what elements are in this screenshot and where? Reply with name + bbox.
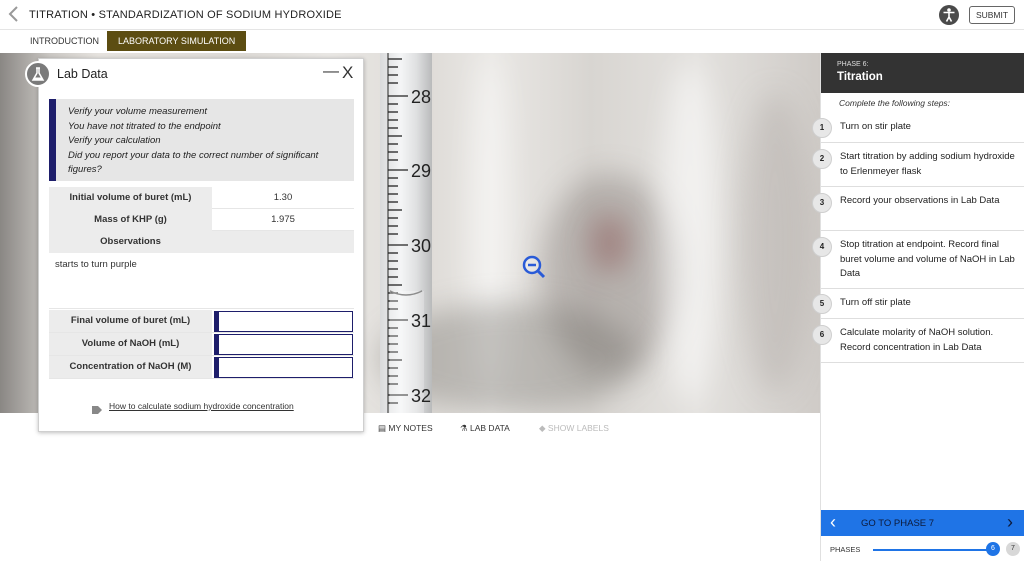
go-to-phase-label: GO TO PHASE 7: [861, 518, 935, 529]
back-chevron-icon[interactable]: [8, 6, 22, 24]
tab-laboratory-simulation[interactable]: LABORATORY SIMULATION: [107, 31, 247, 51]
row-label: Volume of NaOH (mL): [49, 333, 212, 355]
step-number: 5: [812, 294, 832, 314]
step-number: 2: [812, 149, 832, 169]
close-button[interactable]: X: [342, 63, 353, 83]
help-link[interactable]: How to calculate sodium hydroxide concen…: [109, 401, 294, 411]
step-text: Stop titration at endpoint. Record final…: [840, 239, 1015, 279]
lab-data-label: LAB DATA: [470, 423, 510, 433]
feedback-box: Verify your volume measurement You have …: [49, 99, 354, 181]
buret-label-32: 32: [411, 386, 431, 406]
mass-khp-value: 1.975: [271, 214, 295, 225]
step-text: Turn off stir plate: [840, 297, 911, 308]
volume-naoh-row: Volume of NaOH (mL): [49, 333, 354, 356]
step-text: Turn on stir plate: [840, 121, 911, 132]
tag-icon: [91, 402, 103, 420]
phase-progress-track: [873, 549, 994, 551]
lab-data-title: Lab Data: [57, 67, 108, 81]
chevron-right-icon[interactable]: ›: [1007, 512, 1013, 533]
observations-row: Observations: [49, 231, 354, 253]
show-labels-button[interactable]: ◆ SHOW LABELS: [539, 423, 609, 434]
initial-volume-row: Initial volume of buret (mL) 1.30: [49, 187, 354, 209]
flask-icon: [25, 61, 51, 87]
feedback-line: Verify your calculation: [68, 135, 161, 146]
volume-naoh-input[interactable]: [214, 334, 353, 355]
chevron-left-icon[interactable]: ‹: [830, 512, 836, 533]
phase-label: PHASE 6:: [837, 61, 869, 68]
my-notes-label: MY NOTES: [388, 423, 433, 433]
submit-button[interactable]: SUBMIT: [969, 6, 1015, 24]
phase-name: Titration: [837, 71, 883, 83]
buret-label-28: 28: [411, 87, 431, 107]
row-label: Observations: [49, 231, 212, 253]
step-item: 3 Record your observations in Lab Data: [812, 187, 1024, 231]
accessibility-icon[interactable]: [939, 5, 959, 25]
mass-khp-row: Mass of KHP (g) 1.975: [49, 209, 354, 231]
phase-dot-next[interactable]: 7: [1006, 542, 1020, 556]
phase-dot-current[interactable]: 6: [986, 542, 1000, 556]
instruction-text: Complete the following steps:: [839, 98, 951, 108]
final-volume-row: Final volume of buret (mL): [49, 310, 354, 333]
step-number: 6: [812, 325, 832, 345]
observations-text: starts to turn purple: [49, 253, 354, 309]
step-item: 1 Turn on stir plate: [812, 113, 1024, 143]
feedback-line: Did you report your data to the correct …: [68, 149, 319, 176]
minimize-button[interactable]: —: [323, 63, 339, 81]
row-label: Mass of KHP (g): [49, 209, 212, 231]
my-notes-button[interactable]: ▤ MY NOTES: [378, 423, 433, 434]
lab-data-button[interactable]: ⚗ LAB DATA: [460, 423, 510, 434]
step-text: Calculate molarity of NaOH solution. Rec…: [840, 327, 994, 353]
step-item: 5 Turn off stir plate: [812, 289, 1024, 319]
show-labels-label: SHOW LABELS: [547, 423, 609, 433]
final-volume-input[interactable]: [214, 311, 353, 332]
step-item: 2 Start titration by adding sodium hydro…: [812, 143, 1024, 187]
phases-label: PHASES: [830, 545, 861, 554]
step-number: 1: [812, 118, 832, 138]
step-text: Start titration by adding sodium hydroxi…: [840, 151, 1015, 177]
tag-icon: ◆: [539, 423, 546, 433]
lab-data-panel: Lab Data — X Verify your volume measurem…: [25, 58, 364, 432]
page-title: TITRATION • STANDARDIZATION OF SODIUM HY…: [29, 9, 342, 21]
phase-sidebar: PHASE 6: Titration Complete the followin…: [812, 53, 1024, 561]
phase-header: PHASE 6: Titration: [821, 53, 1024, 93]
tab-introduction[interactable]: INTRODUCTION: [19, 31, 110, 51]
row-label: Concentration of NaOH (M): [49, 356, 212, 378]
step-text: Record your observations in Lab Data: [840, 195, 1000, 206]
concentration-naoh-row: Concentration of NaOH (M): [49, 356, 354, 379]
buret-label-30: 30: [411, 236, 431, 256]
zoom-out-icon[interactable]: [521, 254, 547, 285]
buret-label-29: 29: [411, 161, 431, 181]
buret-closeup: 28 29 30 31 32: [380, 53, 432, 413]
step-number: 4: [812, 237, 832, 257]
step-item: 6 Calculate molarity of NaOH solution. R…: [812, 319, 1024, 363]
tab-bar: INTRODUCTION LABORATORY SIMULATION: [0, 30, 1024, 52]
notes-icon: ▤: [378, 423, 387, 433]
feedback-line: You have not titrated to the endpoint: [68, 120, 221, 132]
flask-icon: ⚗: [460, 423, 468, 433]
buret-scale: 28 29 30 31 32: [387, 53, 431, 413]
top-bar: TITRATION • STANDARDIZATION OF SODIUM HY…: [0, 0, 1024, 30]
row-label: Initial volume of buret (mL): [49, 187, 212, 209]
initial-volume-value: 1.30: [273, 192, 293, 203]
buret-label-31: 31: [411, 311, 431, 331]
go-to-next-phase-button[interactable]: ‹ GO TO PHASE 7 ›: [821, 510, 1024, 536]
feedback-line: Verify your volume measurement: [68, 106, 208, 117]
observations-header-value: [212, 231, 354, 253]
concentration-naoh-input[interactable]: [214, 357, 353, 378]
step-item: 4 Stop titration at endpoint. Record fin…: [812, 231, 1024, 289]
step-number: 3: [812, 193, 832, 213]
row-label: Final volume of buret (mL): [49, 310, 212, 332]
